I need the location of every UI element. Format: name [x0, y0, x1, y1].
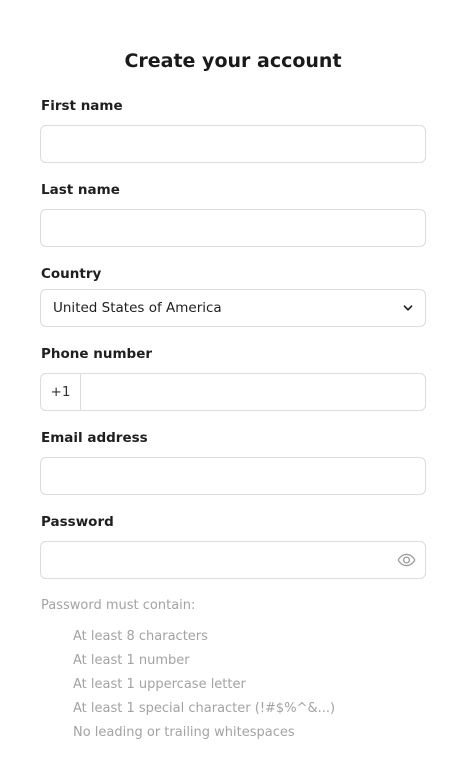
rule-min-length: At least 8 characters	[73, 629, 208, 644]
country-select[interactable]: United States of America	[40, 289, 426, 327]
first-name-input[interactable]	[40, 125, 426, 163]
chevron-down-icon	[403, 305, 413, 311]
rule-uppercase: At least 1 uppercase letter	[73, 677, 246, 692]
email-label: Email address	[41, 430, 148, 446]
rule-no-whitespace: No leading or trailing whitespaces	[73, 725, 295, 740]
rule-number: At least 1 number	[73, 653, 190, 668]
country-label: Country	[41, 266, 102, 282]
phone-field[interactable]: +1	[40, 373, 426, 411]
password-input[interactable]	[40, 541, 426, 579]
last-name-input[interactable]	[40, 209, 426, 247]
rule-special-character: At least 1 special character (!#$%^&...)	[73, 701, 336, 716]
password-rules-list: At least 8 characters At least 1 number …	[73, 625, 335, 745]
last-name-label: Last name	[41, 182, 120, 198]
country-selected-value: United States of America	[53, 300, 222, 316]
first-name-label: First name	[41, 98, 123, 114]
eye-icon[interactable]	[397, 552, 416, 568]
password-label: Password	[41, 514, 114, 530]
page-title: Create your account	[124, 50, 342, 72]
phone-country-code: +1	[41, 374, 81, 410]
email-input[interactable]	[40, 457, 426, 495]
phone-label: Phone number	[41, 346, 153, 362]
password-rules-heading: Password must contain:	[41, 598, 196, 613]
